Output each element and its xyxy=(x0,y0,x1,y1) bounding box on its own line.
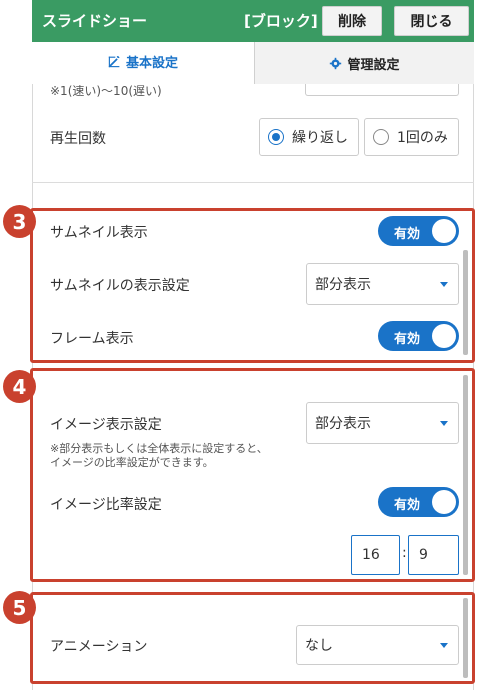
image-ratio-label: イメージ比率設定 xyxy=(50,497,162,513)
radio-unchecked-icon xyxy=(373,129,389,145)
dialog-title: スライドショー xyxy=(42,12,148,30)
frame-show-toggle[interactable]: 有効 xyxy=(378,321,459,351)
thumbnail-show-toggle[interactable]: 有効 xyxy=(378,216,459,246)
thumbnail-show-label: サムネイル表示 xyxy=(50,225,148,241)
chevron-down-icon xyxy=(440,282,448,287)
ratio-separator: : xyxy=(402,545,407,561)
section-divider xyxy=(32,182,474,183)
thumbnail-display-select[interactable]: 部分表示 xyxy=(306,263,459,305)
tab-admin-settings[interactable]: 管理設定 xyxy=(254,42,474,84)
dialog-header: スライドショー [ブロック] 削除 閉じる xyxy=(32,0,474,42)
chevron-down-icon xyxy=(440,643,448,648)
tab-admin-label: 管理設定 xyxy=(347,57,400,73)
step-marker-3: 3 xyxy=(3,205,36,238)
scrollbar-4[interactable] xyxy=(463,375,468,575)
speed-note: ※1(速い)〜10(遅い) xyxy=(50,84,162,98)
image-display-select[interactable]: 部分表示 xyxy=(306,402,459,444)
ratio-height-input[interactable]: 9 xyxy=(408,535,459,575)
animation-select[interactable]: なし xyxy=(296,625,459,665)
toggle-label: 有効 xyxy=(394,332,421,347)
toggle-knob xyxy=(432,490,456,514)
ratio-width-input[interactable]: 16 xyxy=(351,535,400,575)
image-display-note-1: ※部分表示もしくは全体表示に設定すると、 xyxy=(50,442,268,455)
radio-checked-icon xyxy=(268,129,284,145)
radio-repeat[interactable]: 繰り返し xyxy=(259,118,359,156)
playback-label: 再生回数 xyxy=(50,131,106,147)
toggle-label: 有効 xyxy=(394,227,421,242)
thumbnail-display-label: サムネイルの表示設定 xyxy=(50,278,190,294)
radio-repeat-label: 繰り返し xyxy=(292,130,348,146)
toggle-label: 有効 xyxy=(394,498,421,513)
radio-once[interactable]: 1回のみ xyxy=(364,118,459,156)
image-display-label: イメージ表示設定 xyxy=(50,417,162,433)
delete-button[interactable]: 削除 xyxy=(322,6,382,36)
toggle-knob xyxy=(432,219,456,243)
toggle-knob xyxy=(432,324,456,348)
block-badge: [ブロック] xyxy=(244,12,318,30)
chevron-down-icon xyxy=(440,421,448,426)
image-display-note-2: イメージの比率設定ができます。 xyxy=(50,456,214,469)
edit-icon xyxy=(108,55,120,68)
tab-basic-label: 基本設定 xyxy=(125,56,178,71)
step-marker-5: 5 xyxy=(3,591,36,624)
close-button[interactable]: 閉じる xyxy=(394,6,469,36)
settings-tabs: 基本設定 管理設定 xyxy=(32,42,474,84)
image-ratio-toggle[interactable]: 有効 xyxy=(378,487,459,517)
select-value: なし xyxy=(305,638,333,654)
tab-basic-settings[interactable]: 基本設定 xyxy=(32,42,254,84)
speed-input[interactable] xyxy=(305,84,459,96)
frame-show-label: フレーム表示 xyxy=(50,331,134,347)
gear-icon xyxy=(330,57,342,69)
radio-once-label: 1回のみ xyxy=(397,130,448,146)
scrollbar-5[interactable] xyxy=(463,598,468,678)
scrollbar-3[interactable] xyxy=(463,250,468,355)
step-marker-4: 4 xyxy=(3,370,36,403)
animation-label: アニメーション xyxy=(50,639,148,655)
select-value: 部分表示 xyxy=(315,277,371,293)
select-value: 部分表示 xyxy=(315,416,371,432)
